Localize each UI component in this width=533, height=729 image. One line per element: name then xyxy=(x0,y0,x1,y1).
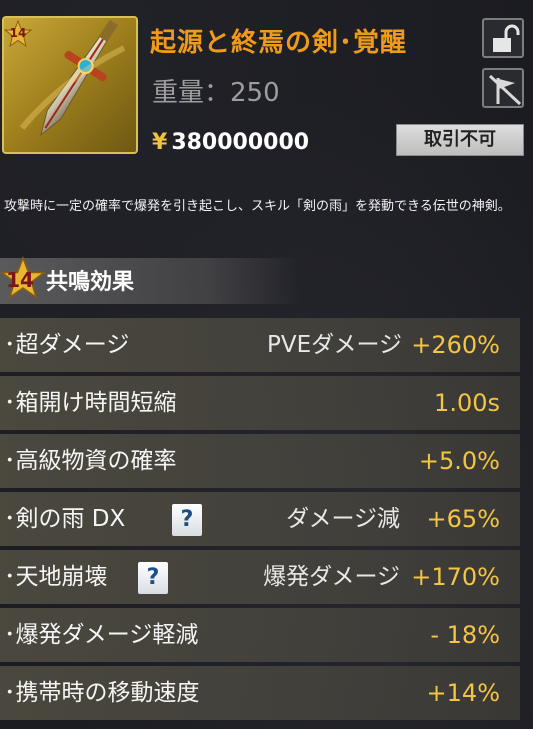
item-price: ¥380000000 xyxy=(152,130,309,155)
effect-row: ･爆発ダメージ軽減 - 18% xyxy=(0,608,520,662)
effect-value: 1.00s xyxy=(434,389,500,417)
item-description: 攻撃時に一定の確率で爆発を引き起こし、スキル「剣の雨」を発動できる伝世の神剣。 xyxy=(4,199,511,214)
effect-name: ･箱開け時間短縮 xyxy=(4,390,177,416)
effects-list: ･超ダメージ PVEダメージ +260% ･箱開け時間短縮 1.00s ･高級物資の確率 +… xyxy=(0,318,520,724)
effect-value: +65% xyxy=(426,505,500,533)
trade-status-badge: 取引不可 xyxy=(396,124,524,156)
effect-name: ･剣の雨 DX xyxy=(4,506,126,532)
lock-button[interactable] xyxy=(482,18,524,58)
price-value: 380000000 xyxy=(171,130,310,155)
effect-row: ･超ダメージ PVEダメージ +260% xyxy=(0,318,520,372)
effect-name: ･爆発ダメージ軽減 xyxy=(4,622,199,648)
effect-value: +260% xyxy=(411,331,500,359)
resonance-title: 共鳴効果 xyxy=(46,270,135,295)
effect-value: +14% xyxy=(426,679,500,707)
effect-name: ･携帯時の移動速度 xyxy=(4,680,200,706)
item-weight: 重量：250 xyxy=(152,78,280,108)
effect-value: - 18% xyxy=(430,621,500,649)
help-button[interactable]: ? xyxy=(138,562,168,594)
effect-row: ･箱開け時間短縮 1.00s xyxy=(0,376,520,430)
effect-value: +5.0% xyxy=(418,447,500,475)
yen-coin-icon: ¥ xyxy=(152,130,168,155)
effect-row: ･天地崩壊? 爆発ダメージ +170% xyxy=(0,550,520,604)
item-name: 起源と終焉の剣･覚醒 xyxy=(150,28,408,58)
rank-number: 14 xyxy=(9,26,27,40)
effect-description: ダメージ減 xyxy=(286,506,400,532)
effect-description: PVEダメージ xyxy=(267,332,402,358)
no-discard-button[interactable] xyxy=(482,68,524,108)
no-flag-icon xyxy=(488,74,522,106)
effect-name: ･高級物資の確率 xyxy=(4,448,177,474)
effect-name: ･天地崩壊 xyxy=(4,564,108,590)
effect-row: ･剣の雨 DX? ダメージ減 +65% xyxy=(0,492,520,546)
help-button[interactable]: ? xyxy=(172,504,202,536)
effect-name: ･超ダメージ xyxy=(4,332,130,358)
effect-value: +170% xyxy=(411,563,500,591)
effect-row: ･携帯時の移動速度 +14% xyxy=(0,666,520,720)
unlock-icon xyxy=(493,24,520,52)
effect-row: ･高級物資の確率 +5.0% xyxy=(0,434,520,488)
rank-badge: 14 xyxy=(4,20,32,48)
resonance-rank-badge: 14 xyxy=(0,256,46,302)
resonance-rank-number: 14 xyxy=(6,268,34,292)
effect-description: 爆発ダメージ xyxy=(263,564,400,590)
